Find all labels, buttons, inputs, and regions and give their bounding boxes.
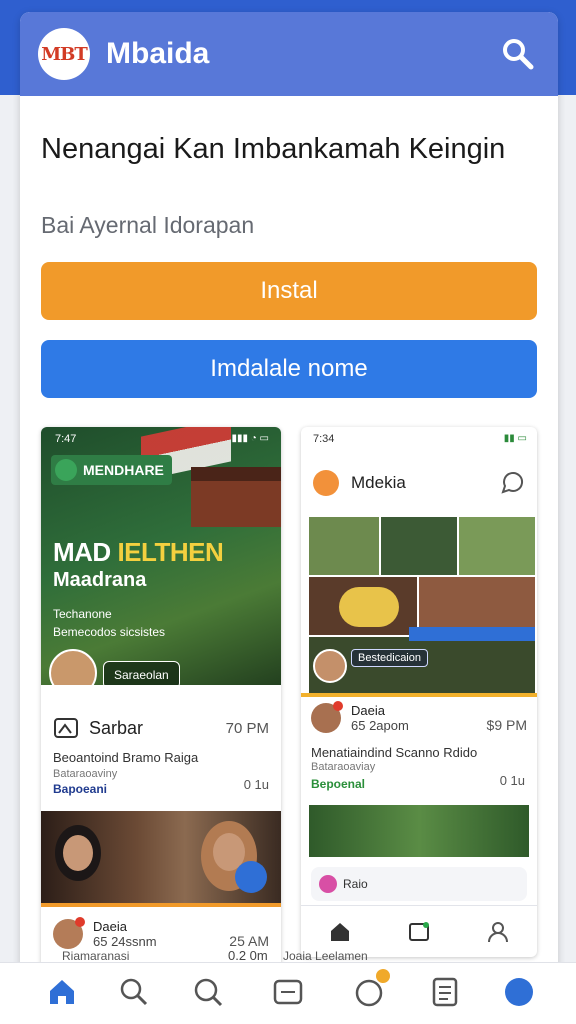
meta-title: Beoantoind Bramo Raiga [53, 750, 199, 765]
hero-subtitle: Maadrana [53, 569, 147, 591]
hero-banner: 7:47 ▮▮▮ ◔ ▭ MENDHARE MAD IELTHEN Maadra… [41, 427, 281, 685]
app-logo[interactable]: MBT [38, 28, 90, 80]
post-item[interactable]: Daeia 65 2apom $9 PM [311, 701, 527, 743]
hero-title-white: MAD [53, 537, 118, 567]
mini-post[interactable]: Raio [311, 867, 527, 901]
collage-tile [381, 517, 457, 575]
secondary-button[interactable]: Imdalale nome [41, 340, 537, 398]
mini-app-header: Mdekia [301, 457, 537, 509]
status-icons: ▮▮▮ ◔ ▭ [231, 433, 269, 444]
post-time: $9 PM [486, 717, 527, 733]
page-headline: Nenangai Kan Imbankamah Keingin [41, 133, 506, 165]
message-icon[interactable] [271, 975, 305, 1009]
accent-bar [301, 693, 537, 697]
peek-text: Joaia Leelamen [283, 949, 368, 963]
chat-search-icon[interactable] [191, 975, 225, 1009]
avatar [313, 649, 347, 683]
chat-icon[interactable] [499, 470, 525, 496]
app-sheet: MBT Mbaida Nenangai Kan Imbankamah Keing… [20, 12, 558, 1024]
notification-dot [75, 917, 85, 927]
mini-app-logo [313, 470, 339, 496]
notifications-icon[interactable] [352, 969, 390, 1009]
hero-desc-line: Bemecodos sicsistes [53, 625, 166, 639]
meta-tag[interactable]: Bapoeani [53, 782, 107, 796]
screenshot-card-left[interactable]: 7:47 ▮▮▮ ◔ ▭ MENDHARE MAD IELTHEN Maadra… [41, 427, 281, 1024]
row-label: Sarbar [89, 717, 144, 738]
home-icon[interactable] [328, 920, 352, 944]
badge-label: MENDHARE [83, 462, 164, 478]
post-date: 65 24ssnm [93, 934, 157, 949]
meta-right: 0 1u [499, 773, 525, 788]
bottom-nav [0, 962, 576, 1024]
post-author: Daeia [93, 919, 127, 934]
hero-badge: MENDHARE [51, 455, 172, 485]
profile-icon[interactable] [502, 975, 536, 1009]
mini-app-name: Mdekia [351, 473, 406, 492]
meta-right: 0 1u [243, 777, 269, 792]
meta-title: Menatiaindind Scanno Rdido [311, 745, 478, 760]
logo-text: MBT [41, 43, 88, 65]
card-row: Sarbar 70 PM [53, 715, 269, 741]
hero-title: MAD IELTHEN [53, 537, 224, 568]
list-icon[interactable] [428, 975, 462, 1009]
group-photo [309, 805, 529, 857]
avatar [49, 649, 97, 685]
collage-tile [309, 517, 379, 575]
emblem-graphic [339, 587, 399, 627]
page-subline: Bai Ayernal Idorapan [41, 212, 255, 238]
image-icon [54, 718, 78, 738]
badge-icon [55, 459, 77, 481]
status-time: 7:47 [55, 433, 77, 445]
install-button[interactable]: Instal [41, 262, 537, 320]
person-face [63, 835, 93, 871]
search-icon[interactable] [117, 975, 151, 1009]
post-time: 25 AM [229, 933, 269, 949]
post-date: 65 2apom [351, 718, 409, 733]
hero-pill-button[interactable]: Saraeolan [103, 661, 180, 685]
status-icons: ▮▮ ▭ [503, 433, 527, 444]
notification-dot [333, 701, 343, 711]
hero-desc-line: Techanone [53, 607, 112, 621]
message-icon[interactable] [407, 920, 431, 944]
mini-post-label: Raio [343, 877, 368, 891]
status-time: 7:34 [313, 433, 335, 445]
notification-badge [376, 969, 390, 983]
post-author: Daeia [351, 703, 385, 718]
meta-tag[interactable]: Bepoenal [311, 777, 365, 791]
peek-text: Riamaranasi [62, 949, 130, 963]
screenshot-card-right[interactable]: 7:34 ▮▮ ▭ Mdekia Bestedicaion Daeia 65 2… [301, 427, 537, 957]
home-icon[interactable] [45, 975, 79, 1009]
hero-title-yellow: IELTHEN [117, 537, 224, 567]
row-time: 70 PM [225, 719, 269, 737]
meta-subtitle: Bataraoaviny [53, 768, 118, 780]
collage-bar [409, 627, 535, 641]
group-photo [41, 811, 281, 907]
share-icon[interactable] [235, 861, 267, 893]
meta-subtitle: Bataraoaviay [311, 761, 376, 773]
avatar [319, 875, 337, 893]
hero-description: Techanone Bemecodos sicsistes [53, 605, 165, 641]
app-header: MBT Mbaida [20, 12, 558, 96]
app-name: Mbaida [106, 37, 210, 70]
collage-tile [459, 517, 535, 575]
search-icon[interactable] [500, 36, 536, 72]
profile-icon[interactable] [486, 920, 510, 944]
house-graphic [191, 467, 281, 527]
overlay-pill: Bestedicaion [351, 649, 428, 667]
peek-text-right: 0.2 0m [228, 948, 268, 963]
